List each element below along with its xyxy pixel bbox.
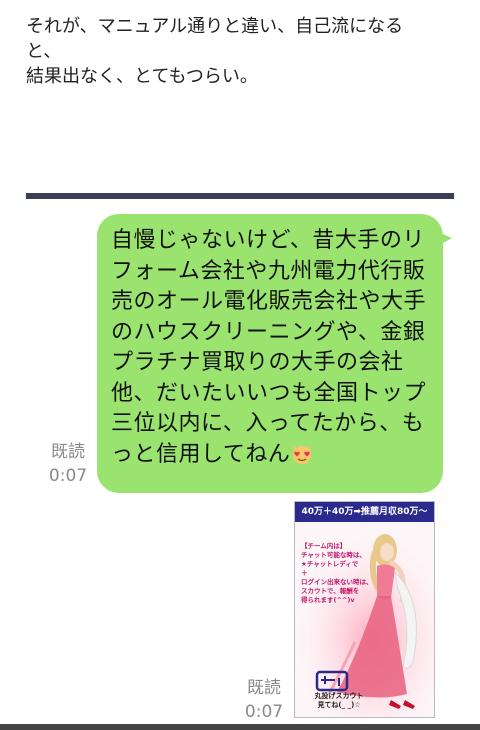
sent-message-body: 自慢じゃないけど、昔大手のリフォーム会社や九州電力代行販売のオール電化販売会社や…	[111, 228, 427, 467]
message-time: 0:07	[48, 466, 88, 486]
read-label: 既読	[247, 678, 281, 698]
heart-eyes-cat-emoji	[290, 441, 314, 465]
sent-message-text: 自慢じゃないけど、昔大手のリフォーム会社や九州電力代行販売のオール電化販売会社や…	[111, 226, 431, 470]
read-label: 既読	[51, 442, 85, 462]
footer-line: 見てね(_ _)☆	[317, 701, 361, 709]
image-footer-text: 丸投げスカウト 見てね(_ _)☆	[309, 692, 369, 710]
bottom-edge-bar	[0, 724, 480, 730]
note-line: ★チャットレディで	[301, 560, 359, 568]
note-line: 【チーム内は】	[301, 542, 347, 550]
note-line: ＋	[301, 569, 308, 577]
sent-image-message[interactable]: 40万＋40万➡推薦月収80万〜 【チーム内は】 チャット可能な時は、 ★チャッ…	[294, 501, 435, 718]
image-read-receipt: 既読 0:07	[240, 676, 288, 724]
image-banner-text: 40万＋40万➡推薦月収80万〜	[295, 502, 434, 522]
footer-line: 丸投げスカウト	[314, 692, 364, 700]
note-line: 得られます(^^)v	[301, 596, 355, 604]
image-note-text: 【チーム内は】 チャット可能な時は、 ★チャットレディで ＋ ログイン出来ない時…	[301, 542, 373, 605]
note-line: ログイン出来ない時は、	[301, 578, 373, 586]
previous-message-line: 結果出なく、とてもつらい。	[26, 66, 258, 87]
bubble-read-receipt: 既読 0:07	[44, 440, 92, 488]
sent-message-bubble[interactable]: 自慢じゃないけど、昔大手のリフォーム会社や九州電力代行販売のオール電化販売会社や…	[97, 214, 452, 493]
previous-message-line: それが、マニュアル通りと違い、自己流になる	[26, 16, 404, 37]
section-divider	[26, 193, 454, 199]
note-line: スカウトで、報酬を	[301, 587, 360, 595]
previous-message-text: それが、マニュアル通りと違い、自己流になる と、 結果出なく、とてもつらい。	[26, 14, 456, 89]
previous-message-line: と、	[26, 41, 62, 62]
message-time: 0:07	[244, 702, 284, 722]
note-line: チャット可能な時は、	[301, 551, 366, 559]
